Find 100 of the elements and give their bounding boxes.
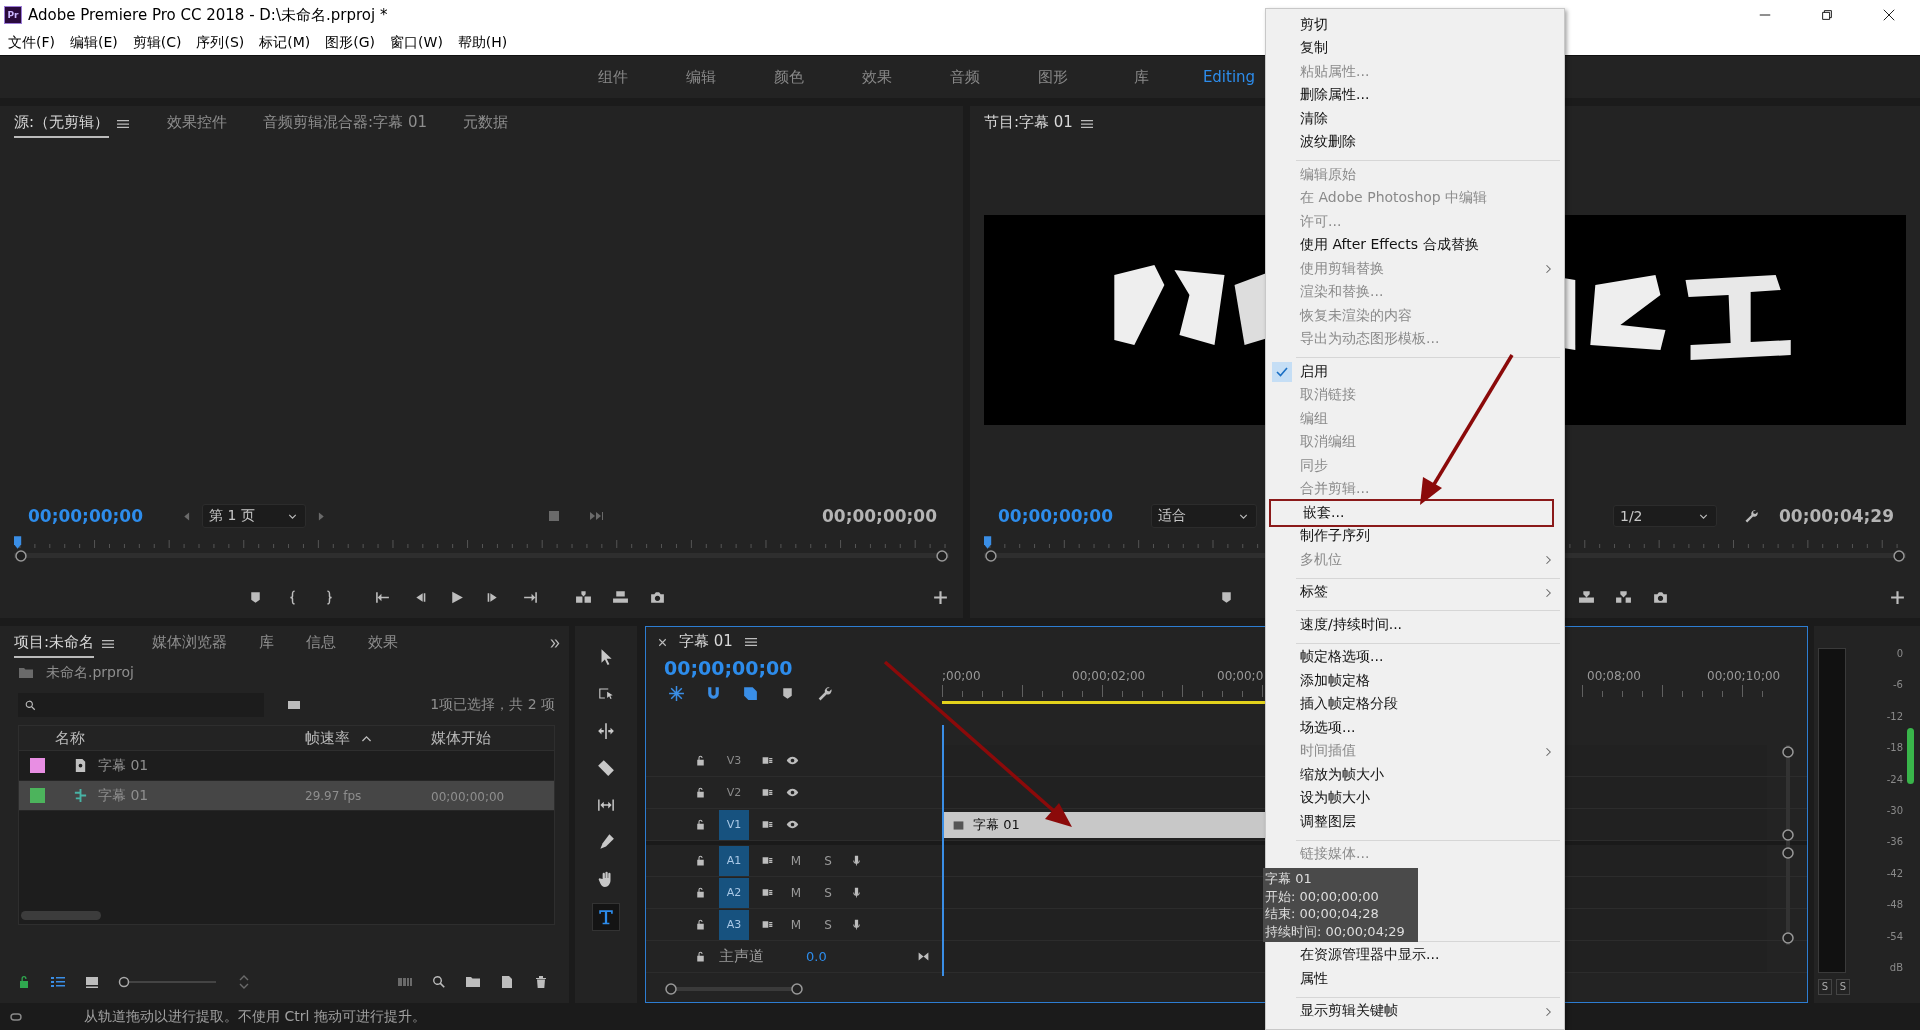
panel-tab[interactable]: 媒体浏览器	[152, 629, 228, 658]
eye-icon[interactable]	[786, 818, 799, 831]
sync-lock-icon[interactable]	[761, 786, 774, 799]
column-header[interactable]: 名称	[55, 728, 305, 748]
menu-item[interactable]: 在资源管理器中显示...	[1268, 943, 1560, 967]
overflow-icon[interactable]	[548, 637, 561, 650]
menu-item[interactable]: 剪切	[1268, 13, 1560, 37]
track-label[interactable]: V2	[719, 777, 749, 808]
menu-item[interactable]: 场选项...	[1268, 716, 1560, 740]
solo-button[interactable]: S	[1818, 979, 1832, 995]
magnet-icon[interactable]	[705, 685, 722, 702]
panel-tab[interactable]: 音频剪辑混合器:字幕 01	[263, 109, 427, 138]
track-label[interactable]: V1	[719, 809, 749, 840]
trash-icon[interactable]	[533, 974, 549, 990]
mute-toggle[interactable]: M	[786, 853, 806, 868]
menu-item[interactable]: 编辑(E)	[64, 33, 124, 52]
eye-icon[interactable]	[786, 754, 799, 767]
panel-tab[interactable]: 效果	[368, 629, 399, 658]
zoom-dropdown[interactable]: 适合	[1151, 504, 1258, 528]
track-label[interactable]: A1	[719, 845, 749, 876]
zoom-slider[interactable]	[118, 976, 218, 988]
solo-toggle[interactable]: S	[818, 885, 838, 900]
menu-item[interactable]: 帧定格选项...	[1268, 645, 1560, 669]
menu-item[interactable]: 复制	[1268, 36, 1560, 60]
scrollbar[interactable]	[21, 911, 101, 920]
workspace-tab[interactable]: 库	[1097, 67, 1185, 87]
menu-item[interactable]: 文件(F)	[2, 33, 61, 52]
menu-item[interactable]: 删除属性...	[1268, 83, 1560, 107]
extract-icon[interactable]	[1615, 588, 1632, 606]
menu-item[interactable]: 波纹删除	[1268, 130, 1560, 154]
search-field[interactable]	[18, 693, 264, 717]
lock-icon[interactable]	[694, 918, 707, 931]
menu-item[interactable]: 缩放为帧大小	[1268, 763, 1560, 787]
menu-item[interactable]: 插入帧定格分段	[1268, 692, 1560, 716]
lock-icon[interactable]	[694, 818, 707, 831]
lift-icon[interactable]	[1578, 588, 1595, 606]
insert-icon[interactable]	[574, 588, 592, 606]
track-label[interactable]: A2	[719, 877, 749, 908]
workspace-tab[interactable]: 组件	[569, 67, 657, 87]
menu-item[interactable]: 标签	[1268, 580, 1560, 604]
menu-item[interactable]: 设为帧大小	[1268, 786, 1560, 810]
type-icon[interactable]	[592, 903, 620, 931]
workspace-tab[interactable]: 颜色	[745, 67, 833, 87]
lock-icon[interactable]	[694, 886, 707, 899]
panel-tab[interactable]: 源:（无剪辑）	[14, 109, 110, 138]
panel-tab[interactable]: 项目:未命名	[14, 629, 95, 658]
add-button-icon[interactable]	[932, 588, 949, 606]
column-header[interactable]: 媒体开始	[431, 728, 551, 748]
label-swatch[interactable]	[29, 758, 45, 773]
lock-icon[interactable]	[694, 754, 707, 767]
sync-lock-icon[interactable]	[761, 754, 774, 767]
menu-item[interactable]: 显示剪辑关键帧	[1268, 999, 1560, 1023]
menu-item[interactable]: 标记(M)	[253, 33, 317, 52]
sync-lock-icon[interactable]	[761, 886, 774, 899]
lock-icon[interactable]	[694, 786, 707, 799]
menu-item[interactable]: 使用 After Effects 合成替换	[1268, 233, 1560, 257]
list-view-icon[interactable]	[50, 974, 66, 990]
icon-view-icon[interactable]	[84, 974, 100, 990]
menu-item[interactable]: 剪辑(C)	[126, 33, 188, 52]
eye-icon[interactable]	[786, 786, 799, 799]
sync-lock-icon[interactable]	[761, 818, 774, 831]
playhead-timecode[interactable]: 00;00;00;00	[664, 657, 942, 679]
volume-value[interactable]: 0.0	[806, 949, 827, 964]
workspace-tab[interactable]: 音频	[921, 67, 1009, 87]
new-item-icon[interactable]	[499, 974, 515, 990]
menu-item[interactable]: 图形(G)	[319, 33, 382, 52]
solo-toggle[interactable]: S	[818, 917, 838, 932]
new-bin-icon[interactable]	[465, 974, 481, 990]
workspace-tab[interactable]: 效果	[833, 67, 921, 87]
wrench-icon[interactable]	[816, 685, 833, 702]
panel-tab[interactable]: 元数据	[463, 109, 508, 138]
bowtie-icon[interactable]	[917, 950, 930, 963]
menu-item[interactable]: 帮助(H)	[451, 33, 514, 52]
panel-tab[interactable]: 字幕 01	[679, 627, 733, 657]
solo-button[interactable]: S	[1836, 979, 1850, 995]
linked-selection-icon[interactable]	[742, 685, 759, 702]
menu-item[interactable]: 属性	[1268, 967, 1560, 991]
sync-lock-icon[interactable]	[761, 854, 774, 867]
project-item-row[interactable]: 字幕 01 29.97 fps 00;00;00;00	[19, 781, 554, 811]
resolution-dropdown[interactable]: 1/2	[1612, 505, 1717, 527]
menu-item[interactable]: 制作子序列	[1268, 524, 1560, 548]
zoom-scrollbar[interactable]	[664, 982, 804, 996]
column-header[interactable]: 帧速率	[305, 728, 350, 748]
playhead-timecode[interactable]: 00;00;00;00	[998, 506, 1114, 526]
solo-toggle[interactable]: S	[818, 853, 838, 868]
playhead-timecode[interactable]: 00;00;00;00	[28, 506, 144, 526]
lock-icon[interactable]	[694, 854, 707, 867]
mute-toggle[interactable]: M	[786, 885, 806, 900]
add-button-icon[interactable]	[1889, 588, 1906, 606]
mute-toggle[interactable]: M	[786, 917, 806, 932]
sync-lock-icon[interactable]	[761, 918, 774, 931]
menu-item[interactable]: 启用	[1268, 360, 1560, 384]
playhead-icon[interactable]	[984, 536, 993, 549]
menu-item[interactable]: 速度/持续时间...	[1268, 613, 1560, 637]
track-label[interactable]: V3	[719, 745, 749, 776]
menu-item[interactable]: 窗口(W)	[384, 33, 449, 52]
lock-icon[interactable]	[694, 950, 707, 963]
menu-item[interactable]: 添加帧定格	[1268, 669, 1560, 693]
workspace-tab[interactable]: 图形	[1009, 67, 1097, 87]
label-swatch[interactable]	[29, 788, 45, 803]
